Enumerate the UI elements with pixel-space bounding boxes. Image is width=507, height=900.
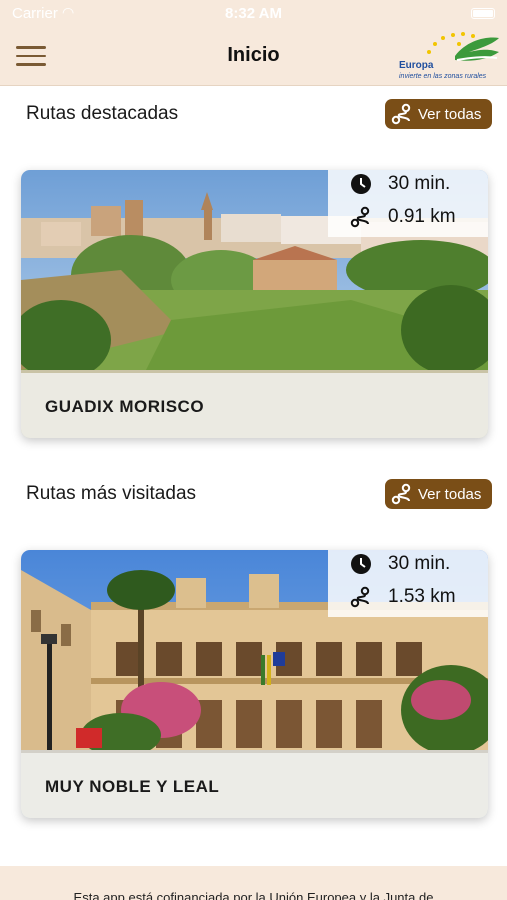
clock-icon <box>351 554 371 574</box>
status-bar: Carrier ◠ 8:32 AM <box>0 0 507 28</box>
route-name: GUADIX MORISCO <box>45 397 205 416</box>
route-icon <box>391 103 411 125</box>
route-icon <box>350 586 370 608</box>
clock-icon <box>351 174 371 194</box>
eu-logo: Europa invierte en las zonas rurales <box>397 30 501 85</box>
ver-todas-visitadas-button[interactable]: Ver todas <box>385 479 492 509</box>
battery-icon <box>471 8 495 19</box>
ver-todas-destacadas-button[interactable]: Ver todas <box>385 99 492 129</box>
route-card-muy-noble-y-leal[interactable]: 30 min. 1.53 km MUY NOBLE Y LEAL <box>21 550 488 818</box>
footer-text: Esta app está cofinanciada por la Unión … <box>73 890 434 900</box>
eu-logo-word: Europa <box>399 60 434 71</box>
route-name: MUY NOBLE Y LEAL <box>45 777 220 796</box>
section-title-destacadas: Rutas destacadas <box>26 103 179 124</box>
route-card-guadix-morisco[interactable]: 30 min. 0.91 km GUADIX MORISCO <box>21 170 488 438</box>
navbar: Inicio Europa invierte en las zonas rura… <box>0 28 507 86</box>
route-duration: 30 min. <box>388 173 451 194</box>
route-distance: 1.53 km <box>388 586 456 607</box>
route-icon <box>391 483 411 505</box>
footer: Esta app está cofinanciada por la Unión … <box>0 866 507 900</box>
section-title-mas-visitadas: Rutas más visitadas <box>26 483 197 504</box>
ver-todas-label: Ver todas <box>418 105 482 123</box>
route-duration: 30 min. <box>388 553 451 574</box>
route-distance: 0.91 km <box>388 206 456 227</box>
ver-todas-label: Ver todas <box>418 485 482 503</box>
route-info-box: 30 min. 1.53 km <box>328 550 488 617</box>
route-name-band: MUY NOBLE Y LEAL <box>21 753 488 818</box>
route-icon <box>350 206 370 228</box>
route-name-band: GUADIX MORISCO <box>21 373 488 438</box>
route-info-box: 30 min. 0.91 km <box>328 170 488 237</box>
eu-logo-tagline: invierte en las zonas rurales <box>399 73 487 80</box>
status-time: 8:32 AM <box>225 5 282 22</box>
